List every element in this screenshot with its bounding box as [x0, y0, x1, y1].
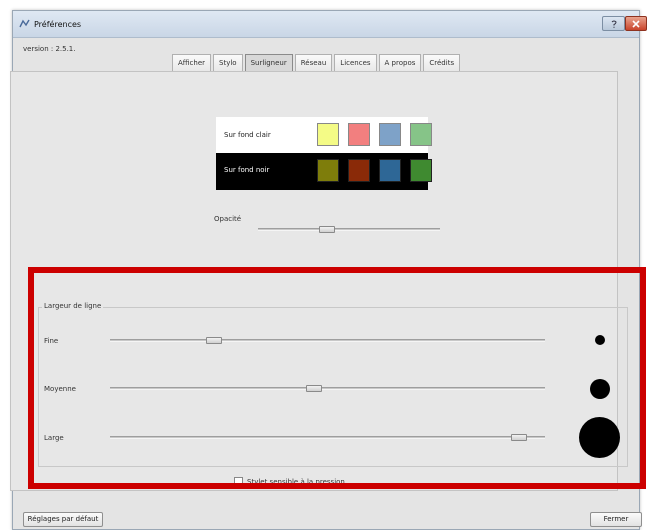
line-width-medium-preview-dot — [590, 379, 610, 399]
dark-color-swatch-green[interactable] — [410, 159, 432, 182]
title-bar[interactable]: Préférences — [13, 11, 647, 38]
opacity-slider-track[interactable] — [258, 228, 440, 231]
line-width-large-slider-track[interactable] — [110, 436, 545, 439]
light-color-swatch-yellow[interactable] — [317, 123, 339, 146]
opacity-label: Opacité — [214, 215, 242, 223]
line-width-medium-slider-track[interactable] — [110, 387, 545, 390]
app-icon — [19, 19, 30, 28]
light-background-row: Sur fond clair — [216, 117, 432, 153]
line-width-large-preview-dot — [579, 417, 620, 458]
tab-afficher[interactable]: Afficher — [172, 54, 212, 71]
close-button[interactable]: Fermer — [590, 512, 642, 527]
tab-credits[interactable]: Crédits — [423, 54, 461, 71]
light-color-swatch-blue[interactable] — [379, 123, 401, 146]
help-icon — [611, 20, 617, 28]
line-width-medium-label: Moyenne — [44, 385, 76, 393]
help-button[interactable] — [602, 16, 625, 31]
line-width-medium-slider-thumb[interactable] — [306, 385, 323, 392]
tab-reseau[interactable]: Réseau — [294, 54, 333, 71]
pressure-sensitive-label: Stylet sensible à la pression — [247, 478, 345, 486]
tab-surligneur[interactable]: Surligneur — [244, 54, 293, 71]
line-width-fine-slider-track[interactable] — [110, 339, 545, 342]
line-width-group-title: Largeur de ligne — [42, 302, 104, 310]
pressure-sensitive-checkbox[interactable] — [234, 477, 243, 486]
tab-licences[interactable]: Licences — [334, 54, 377, 71]
line-width-fine-preview-dot — [595, 335, 605, 345]
close-icon — [632, 19, 640, 28]
dark-color-swatch-brown[interactable] — [348, 159, 370, 182]
light-row-label: Sur fond clair — [224, 131, 271, 139]
tab-bar: Afficher Stylo Surligneur Réseau Licence… — [172, 54, 462, 71]
color-swatch-box: Sur fond clair Sur fond noir — [216, 117, 432, 190]
light-color-swatch-green[interactable] — [410, 123, 432, 146]
dark-color-swatch-blue[interactable] — [379, 159, 401, 182]
window-title: Préférences — [34, 20, 82, 29]
light-color-swatch-red[interactable] — [348, 123, 370, 146]
dark-background-row: Sur fond noir — [216, 153, 432, 190]
tab-a-propos[interactable]: A propos — [378, 54, 422, 71]
reset-defaults-button[interactable]: Réglages par défaut — [23, 512, 103, 527]
dark-color-swatch-olive[interactable] — [317, 159, 339, 182]
opacity-slider-thumb[interactable] — [319, 226, 336, 233]
line-width-fine-slider-thumb[interactable] — [206, 337, 223, 344]
dark-row-label: Sur fond noir — [224, 166, 270, 174]
line-width-fine-label: Fine — [44, 337, 59, 345]
close-window-button[interactable] — [625, 16, 647, 31]
line-width-large-label: Large — [44, 434, 64, 442]
tab-stylo[interactable]: Stylo — [213, 54, 243, 71]
line-width-large-slider-thumb[interactable] — [510, 434, 527, 441]
version-label: version : 2.5.1. — [23, 45, 76, 53]
